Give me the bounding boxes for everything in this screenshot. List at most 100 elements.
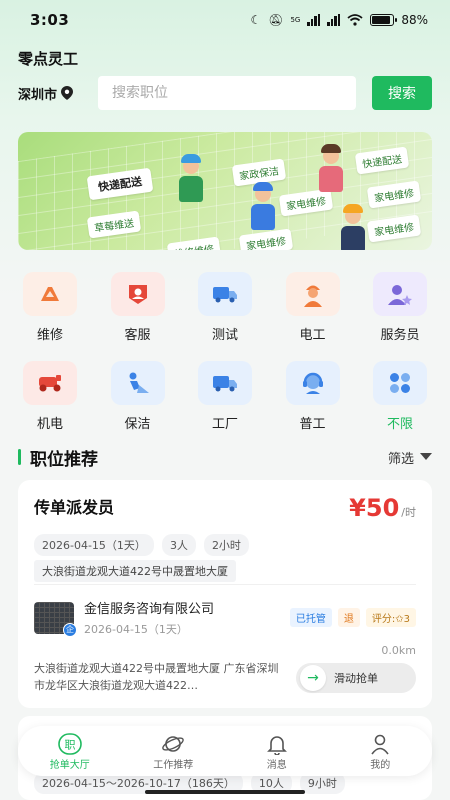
address-chip: 大浪街道龙观大道422号中晟置地大厦 — [34, 560, 236, 582]
truck-icon — [198, 272, 252, 316]
tab-label: 工作推荐 — [153, 759, 194, 771]
cleaner-illustration — [318, 144, 344, 194]
category-general-labor[interactable]: 普工 — [281, 361, 345, 432]
tab-profile[interactable]: 我的 — [345, 732, 415, 771]
search-input[interactable] — [112, 85, 342, 101]
arrow-right-icon: → — [300, 665, 326, 691]
wifi-icon — [347, 14, 363, 26]
category-mechanical[interactable]: 机电 — [18, 361, 82, 432]
customer-service-icon — [110, 272, 165, 316]
tab-messages[interactable]: 消息 — [242, 732, 312, 771]
hall-icon: 职 — [57, 732, 82, 756]
tab-label: 消息 — [266, 759, 287, 771]
duration-chip: 2小时 — [203, 534, 249, 556]
location-pin-icon — [61, 86, 74, 100]
category-customer-service[interactable]: 客服 — [106, 272, 170, 343]
headset-icon — [285, 361, 340, 405]
company-row[interactable]: 企 金信服务咨询有限公司 2026-04-15（1天） 已托管 退 评分:✩3 — [34, 598, 416, 637]
user-icon — [369, 732, 391, 756]
category-label: 维修 — [36, 328, 63, 343]
category-label: 客服 — [124, 328, 151, 343]
category-label: 保洁 — [124, 417, 151, 432]
signal-icon — [307, 14, 321, 26]
company-info: 金信服务咨询有限公司 2026-04-15（1天） — [84, 598, 214, 637]
category-label: 工厂 — [211, 417, 238, 432]
grab-label: 滑动抢单 — [334, 672, 378, 685]
category-label: 服务员 — [380, 328, 420, 343]
full-address: 大浪街道龙观大道422号中晟置地大厦 广东省深圳市龙华区大浪街道龙观大道422… — [34, 662, 279, 692]
mute-icon: 🔕︎ — [268, 13, 284, 27]
city-label: 深圳市 — [18, 87, 58, 103]
search-button[interactable]: 搜索 — [372, 76, 432, 110]
company-tags: 已托管 退 评分:✩3 — [289, 608, 416, 627]
network-label: 5G — [290, 16, 301, 24]
tab-hall[interactable]: 职 抢单大厅 — [35, 732, 105, 771]
signal-icon-2 — [327, 14, 341, 26]
promo-banner[interactable]: 快递配送 家政保洁 快递配送 草莓维送 家电维修 家电维修 维修维修 家电维修 … — [18, 132, 432, 250]
category-label: 不限 — [386, 417, 413, 432]
worker-icon — [285, 272, 340, 316]
filter-button[interactable]: 筛选 — [388, 448, 432, 467]
score-badge: 评分:✩3 — [365, 608, 416, 627]
clover-icon — [373, 361, 427, 405]
battery-percent: 88% — [401, 13, 428, 27]
moon-icon: ☾ — [250, 13, 262, 27]
company-name: 金信服务咨询有限公司 — [84, 602, 215, 617]
electrician-illustration — [340, 204, 366, 250]
category-label: 测试 — [211, 328, 238, 343]
filter-label: 筛选 — [387, 451, 414, 467]
truck-icon — [198, 361, 252, 405]
home-indicator — [145, 790, 305, 794]
category-factory[interactable]: 工厂 — [193, 361, 257, 432]
escrow-badge: 已托管 — [289, 608, 332, 627]
cleaner-icon — [110, 361, 165, 405]
scooter-icon — [23, 361, 77, 405]
bell-icon — [266, 732, 288, 756]
app-title: 零点灵工 — [18, 50, 79, 68]
status-icons: ☾ 🔕︎ 5G 88% — [250, 13, 428, 27]
refund-badge: 退 — [337, 608, 360, 627]
slide-to-grab-button[interactable]: → 滑动抢单 — [296, 663, 416, 693]
section-title: 职位推荐 — [18, 445, 98, 470]
category-row: 机电 保洁 工厂 普工 不限 — [18, 361, 432, 432]
headcount-chip: 3人 — [161, 534, 196, 556]
caret-down-icon — [420, 453, 432, 460]
company-logo: 企 — [34, 601, 77, 637]
repair-worker-illustration — [250, 182, 276, 232]
job-chips: 2026-04-15（1天） 3人 2小时 — [34, 534, 249, 556]
job-title: 传单派发员 — [34, 498, 115, 517]
category-cleaning[interactable]: 保洁 — [106, 361, 170, 432]
category-waiter[interactable]: 服务员 — [368, 272, 432, 343]
salary-amount: ¥50 — [349, 494, 400, 522]
search-field[interactable] — [98, 76, 356, 110]
category-repair[interactable]: 维修 — [18, 272, 82, 343]
user-star-icon — [373, 272, 427, 316]
category-label: 电工 — [299, 328, 326, 343]
category-any[interactable]: 不限 — [368, 361, 432, 432]
distance: 0.0km — [381, 644, 416, 657]
wrench-icon — [23, 272, 77, 316]
salary-unit: /时 — [401, 506, 416, 519]
status-time: 3:03 — [30, 11, 70, 29]
category-electrician[interactable]: 电工 — [281, 272, 345, 343]
category-row: 维修 客服 测试 电工 服务员 — [18, 272, 432, 343]
delivery-worker-illustration — [178, 154, 204, 204]
city-selector[interactable]: 深圳市 — [18, 84, 98, 103]
tab-label: 我的 — [370, 759, 391, 771]
company-date: 2026-04-15（1天） — [84, 623, 188, 636]
divider — [34, 584, 416, 585]
battery-icon — [370, 14, 398, 26]
enterprise-badge: 企 — [63, 622, 77, 637]
svg-text:职: 职 — [64, 738, 75, 751]
planet-icon — [161, 732, 185, 756]
section-header: 职位推荐 筛选 — [18, 444, 432, 470]
status-bar: 3:03 ☾ 🔕︎ 5G 88% — [0, 0, 450, 40]
job-card[interactable]: 传单派发员 ¥50 /时 2026-04-15（1天） 3人 2小时 大浪街道龙… — [18, 480, 432, 708]
category-testing[interactable]: 测试 — [193, 272, 257, 343]
search-row: 深圳市 搜索 — [18, 76, 432, 110]
category-label: 机电 — [36, 417, 63, 432]
bottom-tab-bar: 职 抢单大厅 工作推荐 消息 我的 — [18, 726, 432, 776]
tab-recommend[interactable]: 工作推荐 — [138, 732, 208, 771]
job-salary: ¥50 /时 — [349, 494, 416, 522]
date-chip: 2026-04-15（1天） — [34, 534, 154, 556]
